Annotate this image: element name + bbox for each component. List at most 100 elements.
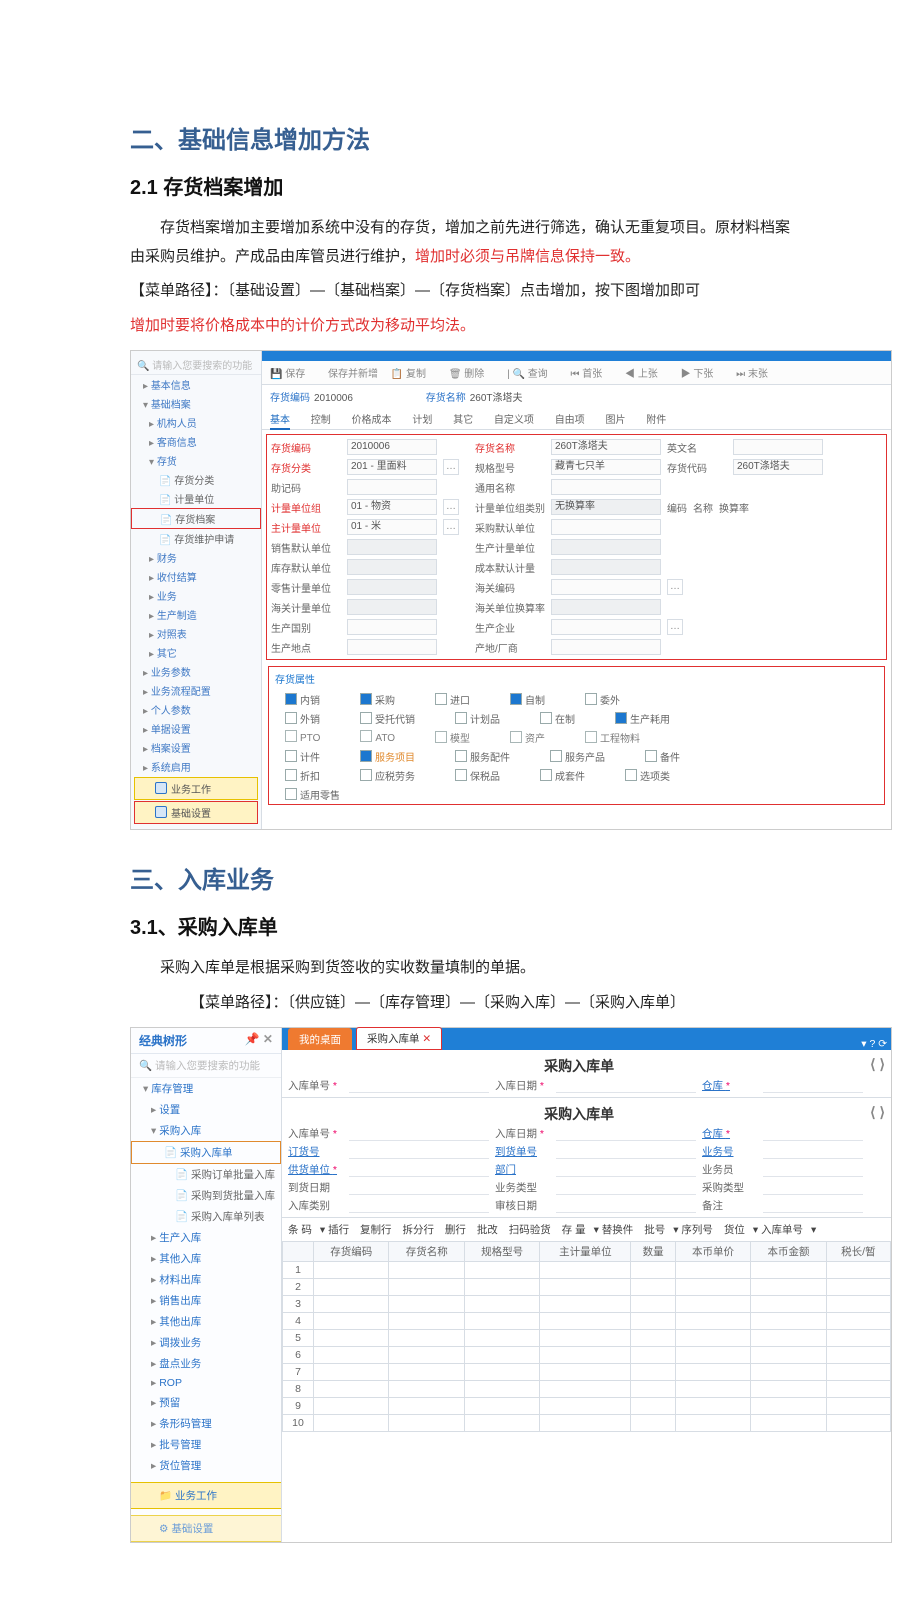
f-qy-v[interactable] (551, 619, 661, 635)
close-icon[interactable]: ✕ (422, 1033, 431, 1045)
op-6[interactable]: 扫码验货 (509, 1224, 551, 1236)
nav-org[interactable]: 机构人员 (131, 413, 261, 432)
f3-ord-l[interactable]: 订货号 (288, 1144, 343, 1159)
f3-dep-l[interactable]: 部门 (495, 1162, 550, 1177)
tab-plan[interactable]: 计划 (412, 415, 432, 426)
n2-batch1[interactable]: 📄 采购订单批量入库 (131, 1164, 281, 1185)
f3-rem[interactable] (763, 1198, 863, 1213)
nav-vendor[interactable]: 客商信息 (131, 432, 261, 451)
tab-price[interactable]: 价格成本 (352, 415, 392, 426)
op-5[interactable]: 批改 (477, 1224, 498, 1236)
nav-icons-2[interactable]: ⟨ ⟩ (870, 1104, 885, 1121)
f3-it[interactable] (349, 1198, 489, 1213)
f-code-v[interactable]: 2010006 (347, 439, 437, 455)
nav-stock[interactable]: 存货 (131, 451, 261, 470)
f2-date[interactable] (556, 1078, 696, 1093)
th-2[interactable]: 存货名称 (389, 1242, 464, 1262)
f3-rd[interactable] (556, 1198, 696, 1213)
n2-basecfg[interactable]: ⚙ 基础设置 (131, 1515, 281, 1542)
nav-bizparam[interactable]: 业务参数 (131, 662, 261, 681)
tab-basic[interactable]: 基本 (270, 415, 290, 430)
nav-personal[interactable]: 个人参数 (131, 700, 261, 719)
op-9[interactable]: 批号 (644, 1224, 665, 1236)
tab-my-desktop[interactable]: 我的桌面 (288, 1028, 352, 1050)
op-11[interactable]: 货位 (724, 1224, 745, 1236)
table-row[interactable]: 1 (283, 1262, 891, 1279)
nav-other[interactable]: 其它 (131, 643, 261, 662)
f-cf-v[interactable] (551, 639, 661, 655)
f-gd-v[interactable] (347, 639, 437, 655)
cb-nx[interactable]: 内销 (285, 692, 320, 707)
op-3[interactable]: 拆分行 (402, 1224, 434, 1236)
n2-clout[interactable]: 材料出库 (131, 1269, 281, 1290)
op-1[interactable]: 插行 (328, 1224, 349, 1236)
sidebar-search[interactable]: 🔍 请输入您要搜索的功能 (131, 355, 261, 375)
th-8[interactable]: 税长/暂 (826, 1242, 890, 1262)
op-2[interactable]: 复制行 (360, 1224, 392, 1236)
n2-stock[interactable]: 库存管理 (131, 1078, 281, 1099)
th-5[interactable]: 数量 (631, 1242, 675, 1262)
f3-sup-l[interactable]: 供货单位 * (288, 1162, 343, 1177)
nav-unit[interactable]: 📄 计量单位 (131, 489, 261, 508)
f-name-v[interactable]: 260T涤塔夫 (551, 439, 661, 455)
cb-sc[interactable]: 生产耗用 (615, 711, 670, 726)
cb-xx[interactable]: 选项类 (625, 768, 670, 783)
tb-query[interactable]: 🔍 查询 (512, 369, 557, 380)
tab-img[interactable]: 图片 (605, 415, 625, 426)
n2-yl[interactable]: 预留 (131, 1392, 281, 1413)
nav-stock-apply[interactable]: 📄 存货维护申请 (131, 529, 261, 548)
cb-cg[interactable]: 采购 (360, 692, 395, 707)
f-mem-v[interactable] (347, 479, 437, 495)
cb-pto[interactable]: PTO (285, 730, 320, 745)
n2-cgrk[interactable]: 采购入库 (131, 1120, 281, 1141)
f-cat-v[interactable]: 201 - 里面料 (347, 459, 437, 475)
f-gc-v[interactable] (347, 619, 437, 635)
f-mu-v[interactable]: 01 - 米 (347, 519, 437, 535)
tb-first[interactable]: ⏮ 首张 (570, 369, 612, 380)
nav-basecfg[interactable]: 基础设置 (134, 801, 258, 824)
n2-db[interactable]: 调拨业务 (131, 1332, 281, 1353)
f3-date[interactable] (556, 1126, 696, 1141)
op-8[interactable]: 替换件 (602, 1224, 634, 1236)
tab-udf[interactable]: 自定义项 (494, 415, 534, 426)
th-1[interactable]: 存货编码 (314, 1242, 389, 1262)
f-en-v[interactable] (733, 439, 823, 455)
th-3[interactable]: 规格型号 (464, 1242, 539, 1262)
tb-save[interactable]: 💾 保存 (270, 369, 315, 380)
op-0[interactable]: 条 码 (288, 1224, 312, 1236)
n2-xsout[interactable]: 销售出库 (131, 1290, 281, 1311)
f-hc-v[interactable] (551, 579, 661, 595)
f2-wh-l[interactable]: 仓库 * (702, 1078, 757, 1093)
nav-mfg[interactable]: 生产制造 (131, 605, 261, 624)
n2-ph[interactable]: 批号管理 (131, 1434, 281, 1455)
cb-sy[interactable]: 适用零售 (285, 787, 340, 802)
cb-jj[interactable]: 计件 (285, 749, 320, 764)
n2-qtout[interactable]: 其他出库 (131, 1311, 281, 1332)
f-dm-v[interactable]: 260T涤塔夫 (733, 459, 823, 475)
nav-biz[interactable]: 业务 (131, 586, 261, 605)
tb-save-new[interactable]: 保存并新增 (328, 369, 378, 380)
n2-batch2[interactable]: 📄 采购到货批量入库 (131, 1185, 281, 1206)
cb-zc[interactable]: 资产 (510, 730, 545, 745)
table-row[interactable]: 9 (283, 1398, 891, 1415)
nav-stock-cat[interactable]: 📄 存货分类 (131, 470, 261, 489)
f3-sup[interactable] (349, 1162, 489, 1177)
th-4[interactable]: 主计量单位 (540, 1242, 631, 1262)
f-pd-v[interactable] (551, 519, 661, 535)
table-row[interactable]: 6 (283, 1347, 891, 1364)
cb-fc[interactable]: 服务产品 (550, 749, 605, 764)
tab-attach[interactable]: 附件 (646, 415, 666, 426)
table-row[interactable]: 7 (283, 1364, 891, 1381)
table-row[interactable]: 2 (283, 1279, 891, 1296)
n2-bizwork[interactable]: 📁 业务工作 (131, 1482, 281, 1509)
nav-pay[interactable]: 收付结算 (131, 567, 261, 586)
f3-pt[interactable] (763, 1180, 863, 1195)
f3-no[interactable] (349, 1126, 489, 1141)
tb-del[interactable]: 🗑 删除 (449, 369, 494, 380)
nav-map[interactable]: 对照表 (131, 624, 261, 643)
cb-bs[interactable]: 保税品 (455, 768, 500, 783)
lookup-icon[interactable]: … (443, 459, 459, 475)
sidebar2-search[interactable]: 🔍 请输入您要搜索的功能 (131, 1054, 281, 1078)
table-row[interactable]: 5 (283, 1330, 891, 1347)
f-spec-v[interactable]: 藏青七只羊 (551, 459, 661, 475)
